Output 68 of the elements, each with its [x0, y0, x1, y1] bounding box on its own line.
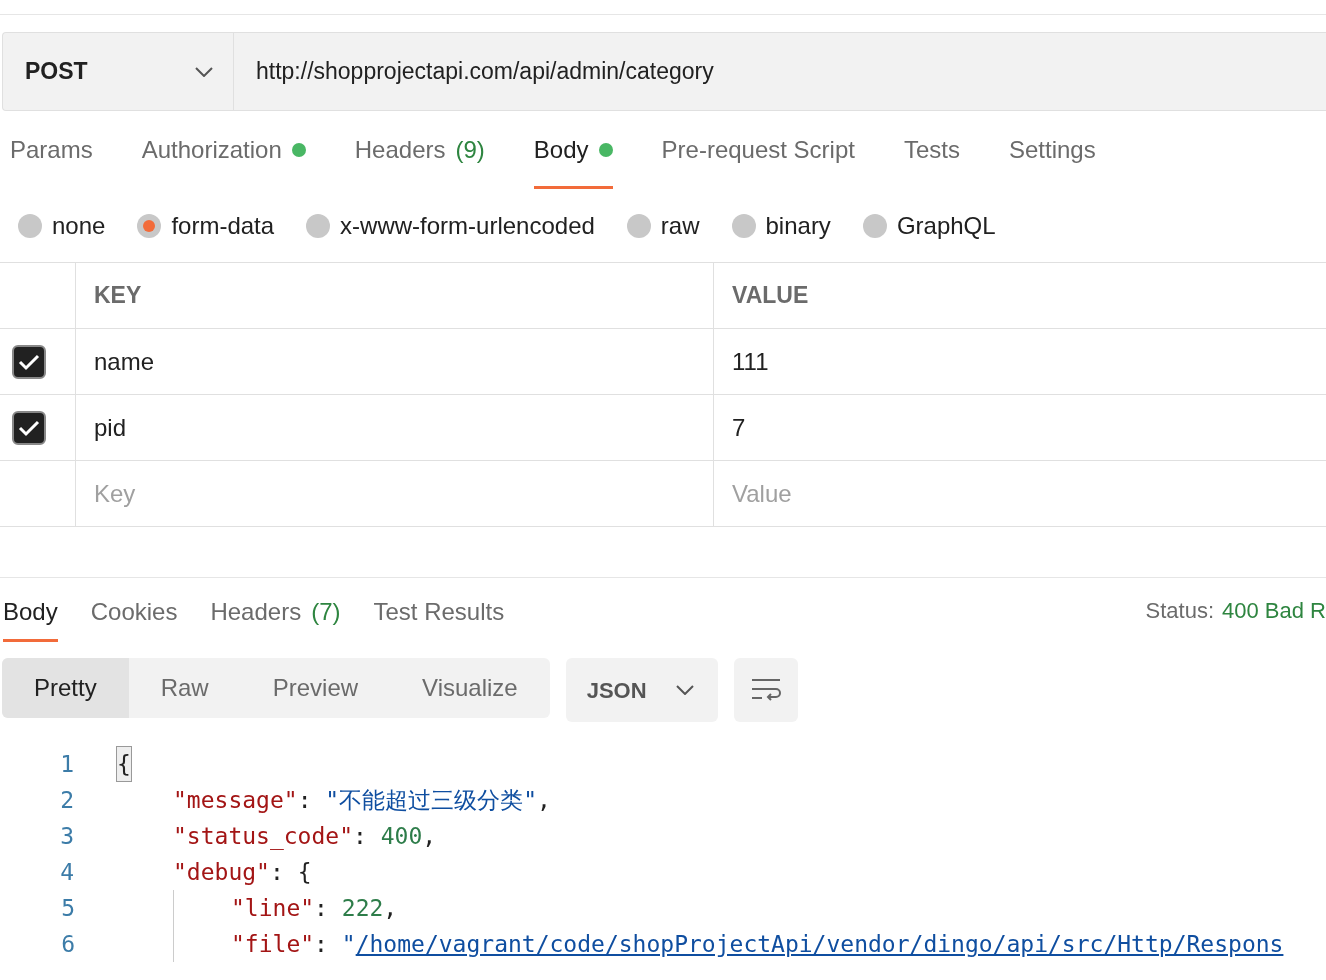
tab[interactable]: Tests — [903, 111, 960, 189]
code-token: "line" — [231, 893, 315, 923]
code-token: "不能超过三级分类" — [325, 785, 538, 815]
checkbox[interactable] — [12, 410, 46, 445]
link[interactable]: /home/vagrant/code/shopProjectApi/vendor/dingo/api/src/Http/Respons — [355, 926, 1284, 962]
code-token: , — [537, 785, 551, 815]
check-icon — [18, 418, 40, 437]
checkbox[interactable] — [12, 344, 46, 379]
code-token: "status_code" — [173, 821, 353, 852]
radio-label[interactable]: x-www-form-urlencoded — [340, 207, 595, 244]
column-header: KEY — [75, 263, 713, 328]
line-number: 3 — [59, 821, 74, 851]
code-token: 222 — [341, 893, 384, 923]
code-token: 400 — [380, 821, 423, 851]
line-number: 2 — [59, 785, 74, 815]
radio-label[interactable]: none — [52, 207, 106, 244]
wrap-icon — [749, 677, 782, 703]
code-token: "debug" — [173, 857, 270, 887]
tab[interactable]: Body — [533, 111, 613, 189]
code-token: : — [314, 929, 329, 959]
code-token: "message" — [173, 785, 298, 815]
radio-button[interactable] — [626, 213, 651, 238]
code-token: : — [314, 893, 329, 923]
check-icon — [18, 352, 40, 371]
radio-button[interactable] — [731, 213, 756, 238]
tab[interactable]: Body — [3, 578, 58, 642]
column-header: VALUE — [713, 263, 1326, 328]
chevron-icon — [675, 685, 694, 695]
tab[interactable]: Authorization — [141, 111, 306, 189]
tab[interactable]: Pre-request Script — [661, 111, 855, 189]
code-token: { — [116, 745, 132, 783]
line-number: 4 — [59, 857, 74, 887]
table-cell-text: 7 — [732, 412, 746, 443]
radio-label[interactable]: raw — [660, 207, 700, 244]
radio-label[interactable]: form-data — [171, 207, 275, 244]
tab[interactable]: Cookies — [90, 578, 178, 642]
table-cell-text: 111 — [732, 346, 769, 377]
table-cell-text: pid — [94, 412, 127, 443]
table-cell-text: name — [94, 346, 155, 377]
line-number: 1 — [59, 749, 74, 779]
line-number: 6 — [60, 929, 75, 959]
radio-button[interactable] — [137, 213, 162, 238]
radio-button[interactable] — [18, 213, 42, 238]
status-value: 400 Bad R — [1222, 596, 1326, 625]
view-mode-button[interactable]: Visualize — [390, 658, 550, 718]
code-token: : { — [269, 857, 312, 887]
code-token: " — [341, 929, 356, 959]
tab[interactable]: Settings — [1008, 111, 1096, 189]
tab[interactable]: Headers (7) — [210, 578, 341, 642]
view-mode-button[interactable]: Pretty — [2, 658, 129, 718]
radio-label[interactable]: GraphQL — [896, 207, 996, 244]
radio-button[interactable] — [306, 213, 331, 238]
wrap-button[interactable] — [733, 658, 798, 722]
tab[interactable]: Headers (9) — [354, 111, 485, 189]
line-number: 5 — [60, 893, 75, 923]
tab[interactable]: Test Results — [373, 578, 505, 642]
code-token: , — [422, 821, 437, 851]
view-mode-button[interactable]: Preview — [240, 658, 391, 718]
format-dropdown[interactable]: JSON — [565, 658, 718, 722]
radio-label[interactable]: binary — [765, 207, 831, 244]
view-mode-button[interactable]: Raw — [128, 658, 241, 718]
radio-button[interactable] — [862, 213, 887, 238]
tab[interactable]: Params — [10, 111, 93, 189]
code-token: : — [353, 821, 368, 851]
code-token: : — [297, 785, 313, 815]
code-token: "file" — [231, 929, 315, 959]
status-label: Status: — [1145, 596, 1215, 625]
code-token: , — [383, 893, 398, 923]
